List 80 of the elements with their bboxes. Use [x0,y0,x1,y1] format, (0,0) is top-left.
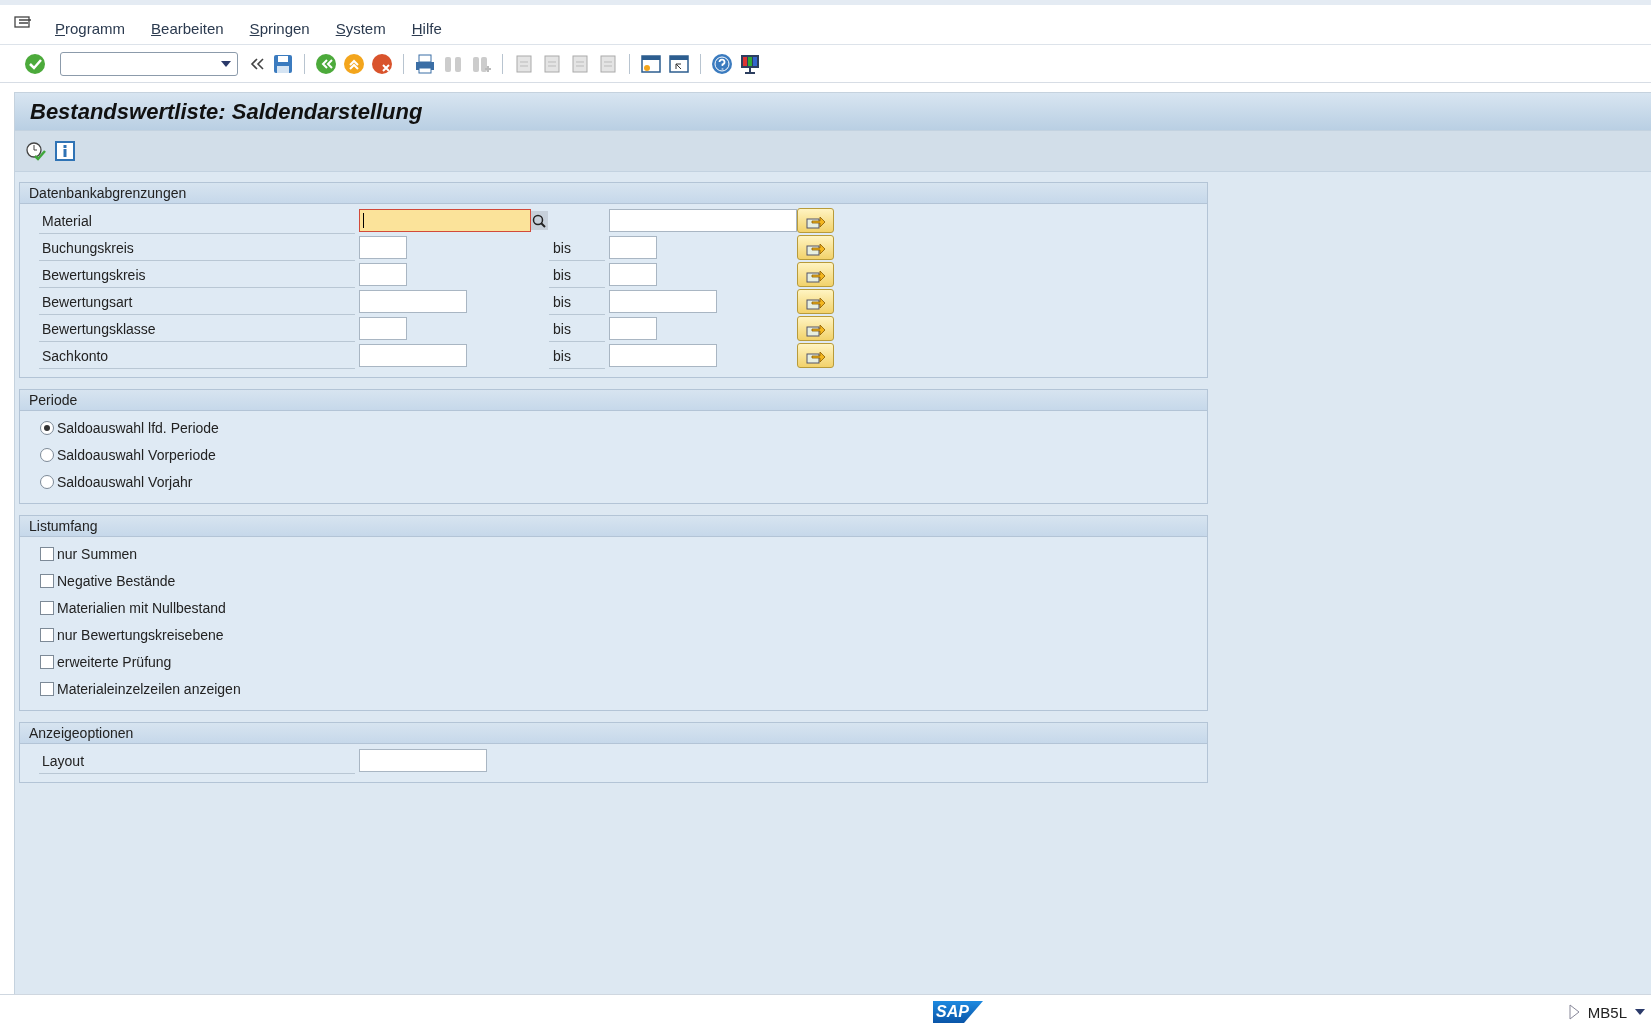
exit-icon[interactable] [343,52,365,75]
field-label: Bewertungsklasse [39,315,355,342]
menu-item[interactable]: Programm [42,20,139,37]
multiple-selection-button[interactable] [797,262,834,287]
input-field[interactable] [609,344,717,367]
multiple-selection-button[interactable] [797,289,834,314]
execute-icon[interactable] [25,140,47,162]
field-label: Bewertungskreis [39,261,355,288]
multiple-selection-button[interactable] [797,235,834,260]
input-field[interactable] [359,209,531,232]
double-chevron-icon[interactable] [250,56,266,71]
sap-logo: SAP [933,1001,983,1023]
screen-title: Bestandswertliste: Saldendarstellung [30,98,423,125]
input-field[interactable] [359,263,407,286]
menu-icon[interactable] [14,13,34,30]
field-label: Bewertungsart [39,288,355,315]
dropdown-caret-icon[interactable] [1635,1009,1645,1015]
option-label: Materialien mit Nullbestand [57,598,226,618]
group-title: Periode [20,390,1207,411]
shortcut-window-icon[interactable] [668,52,690,75]
radio-button[interactable] [39,473,55,490]
input-field[interactable] [609,236,657,259]
option-label: nur Bewertungskreisebene [57,625,224,645]
option-label: Materialeinzelzeilen anzeigen [57,679,241,699]
input-field[interactable] [359,344,467,367]
checkbox[interactable] [39,653,55,670]
cancel-icon[interactable] [371,52,393,75]
menu-item[interactable]: Bearbeiten [138,20,237,37]
radio-button[interactable] [39,419,55,436]
back-icon[interactable] [315,52,337,75]
multiple-selection-button[interactable] [797,343,834,368]
search-icon [532,213,547,228]
command-field[interactable] [60,51,238,76]
field-label: Buchungskreis [39,234,355,261]
option-label: Negative Bestände [57,571,176,591]
range-label: bis [549,234,605,261]
range-label: bis [549,315,605,342]
transaction-code[interactable]: MB5L [1587,1003,1627,1021]
menu-item[interactable]: System [322,20,399,37]
info-icon[interactable] [55,141,75,161]
checkbox[interactable] [39,572,55,589]
group-title: Datenbankabgrenzungen [20,183,1207,204]
range-label: bis [549,342,605,369]
menu-item[interactable]: Hilfe [398,20,455,37]
multiple-selection-button[interactable] [797,316,834,341]
option-label: Saldoauswahl Vorperiode [57,445,216,465]
group-title: Listumfang [20,516,1207,537]
input-field[interactable] [609,209,797,232]
checkbox[interactable] [39,626,55,643]
range-label: bis [549,261,605,288]
dropdown-caret-icon [221,60,231,67]
checkbox[interactable] [39,545,55,562]
field-label: Sachkonto [39,342,355,369]
input-field[interactable] [359,317,407,340]
multiple-selection-button[interactable] [797,208,834,233]
input-field[interactable] [609,317,657,340]
group-title: Anzeigeoptionen [20,723,1207,744]
range-label: bis [549,288,605,315]
input-field[interactable] [359,236,407,259]
input-field[interactable] [609,263,657,286]
field-label: Layout [39,747,355,774]
option-label: nur Summen [57,544,138,564]
option-label: Saldoauswahl Vorjahr [57,472,193,492]
option-label: Saldoauswahl lfd. Periode [57,418,219,438]
field-label: Material [39,207,355,234]
radio-button[interactable] [39,446,55,463]
check-icon[interactable] [24,52,46,75]
monitor-icon[interactable] [739,52,761,75]
input-field[interactable] [359,749,487,772]
input-field[interactable] [609,290,717,313]
new-window-icon[interactable] [640,52,662,75]
input-field[interactable] [359,290,467,313]
play-triangle-icon[interactable] [1567,1004,1580,1020]
menu-item[interactable]: Springen [236,20,323,37]
help-icon[interactable] [711,52,733,75]
option-label: erweiterte Prüfung [57,652,172,672]
save-icon[interactable] [272,52,294,75]
print-icon[interactable] [414,52,436,75]
checkbox[interactable] [39,599,55,616]
checkbox[interactable] [39,680,55,697]
